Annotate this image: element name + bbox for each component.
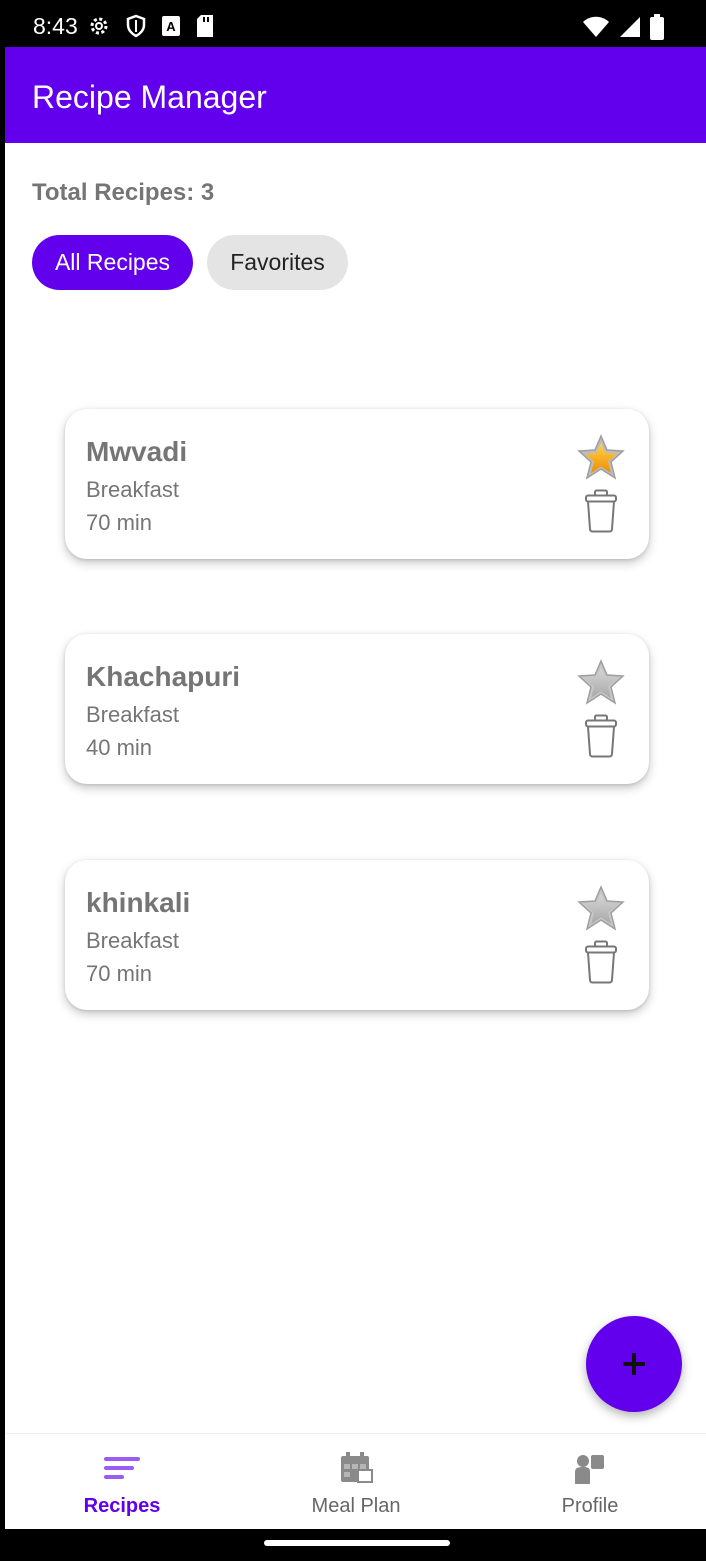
- total-recipes-label: Total Recipes: 3: [32, 179, 215, 206]
- recipe-name: Khachapuri: [86, 661, 241, 692]
- profile-icon: [575, 1455, 604, 1484]
- nav-item-meal-plan[interactable]: Meal Plan: [239, 1434, 473, 1530]
- favorite-star-icon[interactable]: [577, 434, 625, 480]
- sd-card-icon: [197, 15, 213, 37]
- nav-label: Profile: [561, 1495, 619, 1517]
- svg-text:A: A: [166, 19, 176, 34]
- recipe-category: Breakfast: [86, 477, 179, 502]
- gesture-navigation-bar: [5, 1529, 706, 1561]
- recipe-time: 70 min: [86, 510, 153, 535]
- delete-trash-icon[interactable]: [584, 714, 618, 758]
- wifi-icon: [583, 16, 609, 37]
- filter-chip-all-recipes[interactable]: All Recipes: [32, 235, 193, 290]
- add-recipe-button[interactable]: [586, 1316, 682, 1412]
- signal-icon: [620, 17, 640, 37]
- recipe-category: Breakfast: [86, 702, 179, 727]
- status-left-icons: A: [87, 14, 215, 38]
- recipe-card[interactable]: Mwvadi Breakfast 70 min: [65, 409, 649, 559]
- battery-icon: [650, 14, 664, 40]
- settings-icon: [90, 17, 108, 35]
- recipe-time: 40 min: [86, 735, 153, 760]
- app-bar: Recipe Manager: [5, 47, 706, 143]
- recipe-category: Breakfast: [86, 928, 179, 953]
- delete-trash-icon[interactable]: [584, 940, 618, 984]
- delete-trash-icon[interactable]: [584, 489, 618, 533]
- status-bar: 8:43 A: [5, 5, 706, 47]
- nav-label: Meal Plan: [311, 1495, 401, 1517]
- recipe-card[interactable]: Khachapuri Breakfast 40 min: [65, 634, 649, 784]
- plus-icon: [623, 1353, 645, 1375]
- text-a-icon: A: [162, 16, 180, 36]
- device-screen: 8:43 A Recipe Manager Total Recipes: 3 A…: [5, 5, 706, 1561]
- filter-chip-label: Favorites: [230, 249, 325, 275]
- filter-chip-favorites[interactable]: Favorites: [207, 235, 348, 290]
- filter-chip-label: All Recipes: [54, 249, 171, 275]
- recipe-time: 70 min: [86, 961, 153, 986]
- home-gesture-handle[interactable]: [264, 1540, 450, 1546]
- nav-item-profile[interactable]: Profile: [473, 1434, 706, 1530]
- shield-icon: [126, 14, 146, 38]
- recipe-list-screen: Total Recipes: 3 All Recipes Favorites M…: [5, 143, 706, 1433]
- favorite-star-icon[interactable]: [577, 659, 625, 705]
- recipe-name: khinkali: [86, 887, 191, 918]
- status-right-icons: [582, 14, 664, 40]
- app-title: Recipe Manager: [32, 79, 267, 115]
- recipe-card[interactable]: khinkali Breakfast 70 min: [65, 860, 649, 1010]
- calendar-icon: [341, 1452, 373, 1483]
- recipe-name: Mwvadi: [86, 436, 188, 467]
- recipes-icon: [104, 1457, 140, 1479]
- status-time: 8:43: [33, 13, 78, 39]
- favorite-star-icon[interactable]: [577, 885, 625, 931]
- nav-label: Recipes: [83, 1495, 161, 1517]
- bottom-navigation: Recipes Meal Plan Profile: [5, 1433, 706, 1529]
- nav-item-recipes[interactable]: Recipes: [5, 1434, 239, 1530]
